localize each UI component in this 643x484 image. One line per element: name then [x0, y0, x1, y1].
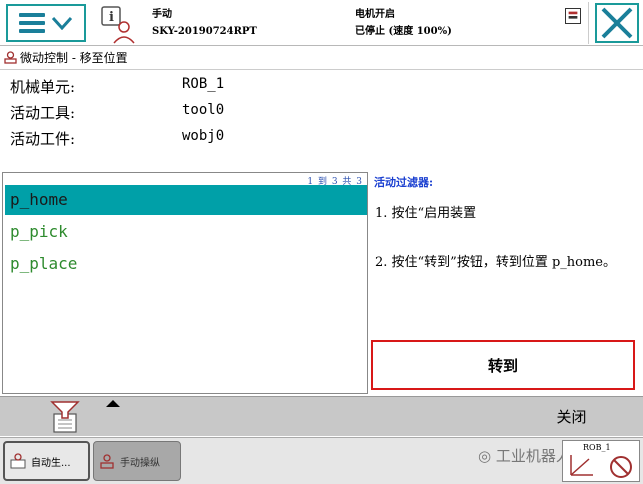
- status-mode-column: 手动 SKY-20190724RPT: [152, 6, 257, 40]
- info-label: 活动工具:: [10, 104, 76, 122]
- top-bar: i 手动 SKY-20190724RPT 电机开启 已停止 (速度 100%): [0, 0, 643, 46]
- instruction-step-1: 1. 按住“启用装置: [375, 206, 477, 221]
- wechat-icon: ◎: [478, 447, 496, 465]
- auto-production-icon: [10, 453, 26, 469]
- active-filter-label[interactable]: 活动过滤器:: [374, 174, 433, 190]
- page-title: 微动控制 - 移至位置: [20, 51, 128, 65]
- robot-axes-icon: [570, 455, 632, 478]
- goto-button[interactable]: 转到: [371, 340, 635, 390]
- up-arrow-icon[interactable]: [106, 400, 120, 407]
- close-button[interactable]: 关闭: [500, 397, 643, 436]
- info-row-mech-unit: 机械单元: ROB_1: [10, 76, 224, 102]
- command-bar: 关闭: [0, 396, 643, 436]
- svg-text:i: i: [109, 10, 114, 25]
- filter-icon[interactable]: [50, 400, 80, 434]
- info-table: 机械单元: ROB_1 活动工具: tool0 活动工件: wobj0: [10, 76, 224, 154]
- instruction-step-2: 2. 按住“转到”按钮，转到位置 p_home。: [375, 255, 617, 270]
- task-label: 自动生...: [31, 457, 71, 469]
- main-menu-button[interactable]: [6, 4, 86, 42]
- motor-state: 电机开启: [355, 9, 395, 20]
- info-row-tool: 活动工具: tool0: [10, 102, 224, 128]
- page-title-bar: 微动控制 - 移至位置: [0, 46, 643, 70]
- position-list[interactable]: 1 到 3 共 3 p_home p_pick p_place: [2, 172, 368, 394]
- info-value: ROB_1: [182, 76, 225, 92]
- list-item-p-pick[interactable]: p_pick: [5, 217, 367, 247]
- robot-status-button[interactable]: ROB_1: [562, 440, 640, 482]
- task-bar: 自动生... 手动操纵 ◎ 工业机器人教学 ROB_1: [0, 437, 643, 484]
- list-item-p-home[interactable]: p_home: [5, 185, 367, 215]
- info-label: 机械单元:: [10, 78, 76, 96]
- jog-icon: [100, 454, 114, 469]
- operator-info-icon[interactable]: i: [96, 3, 138, 45]
- info-label: 活动工件:: [10, 130, 76, 148]
- close-icon: [601, 7, 633, 39]
- info-row-workobject: 活动工件: wobj0: [10, 128, 224, 154]
- controller-name: SKY-20190724RPT: [152, 26, 257, 37]
- window-close-button[interactable]: [595, 3, 639, 43]
- info-value: tool0: [182, 102, 225, 118]
- task-manual-jog[interactable]: 手动操纵: [93, 441, 181, 481]
- status-motor-column: 电机开启 已停止 (速度 100%): [355, 6, 452, 40]
- jog-icon: [4, 51, 17, 64]
- mode-text: 手动: [152, 9, 172, 20]
- instruction-panel: 活动过滤器: 1. 按住“启用装置 2. 按住“转到”按钮，转到位置 p_hom…: [369, 172, 641, 394]
- info-value: wobj0: [182, 128, 225, 144]
- run-state: 已停止 (速度 100%): [355, 26, 452, 37]
- chevron-down-icon: [51, 16, 73, 30]
- hamburger-icon: [19, 13, 45, 33]
- task-label: 手动操纵: [120, 457, 160, 469]
- quickset-icon[interactable]: [565, 8, 581, 24]
- list-item-p-place[interactable]: p_place: [5, 249, 367, 279]
- task-auto-production[interactable]: 自动生...: [3, 441, 90, 481]
